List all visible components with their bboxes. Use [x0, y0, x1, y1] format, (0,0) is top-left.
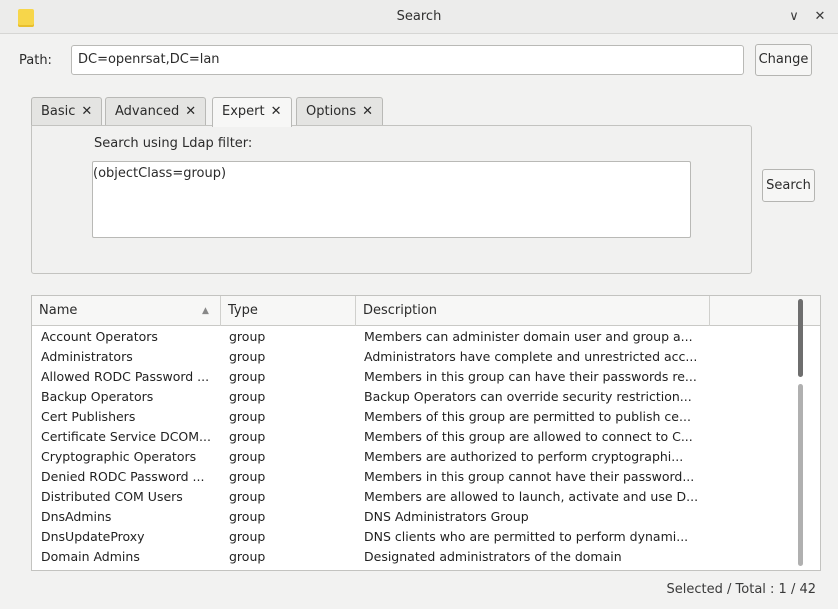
table-row[interactable]: Denied RODC Password ... group Members in … — [32, 467, 710, 487]
close-icon[interactable]: ✕ — [271, 104, 282, 119]
ldap-filter-value: (objectClass=group) — [93, 166, 227, 181]
cell-type: group — [229, 509, 266, 524]
cell-description: Members of this group are allowed to con… — [364, 429, 693, 444]
path-input[interactable]: DC=openrsat,DC=lan — [71, 45, 744, 75]
sort-ascending-icon: ▲ — [202, 306, 209, 316]
cell-name: Cert Publishers — [41, 409, 136, 424]
cell-description: Members are authorized to perform crypto… — [364, 449, 684, 464]
table-header: Name ▲ Type Description — [32, 296, 820, 326]
table-row[interactable]: Account Operators group Members can admini… — [32, 327, 710, 347]
cell-name: Backup Operators — [41, 389, 154, 404]
cell-name: Distributed COM Users — [41, 489, 183, 504]
column-header-name-label: Name — [39, 303, 78, 318]
cell-name: Allowed RODC Password ... — [41, 369, 210, 384]
cell-type: group — [229, 429, 266, 444]
cell-description: Members are allowed to launch, activate … — [364, 489, 699, 504]
scrollbar-thumb[interactable] — [798, 299, 803, 377]
table-row[interactable]: DnsAdmins group DNS Administrators Group — [32, 507, 710, 527]
ldap-filter-input[interactable]: (objectClass=group) — [92, 161, 691, 238]
tab-basic[interactable]: Basic ✕ — [31, 97, 103, 126]
cell-name: Domain Admins — [41, 549, 140, 564]
cell-description: Members can administer domain user and g… — [364, 329, 693, 344]
cell-description: Members of this group are permitted to p… — [364, 409, 691, 424]
window-title: Search — [396, 9, 442, 24]
cell-type: group — [229, 469, 266, 484]
table-row[interactable]: DnsUpdateProxy group DNS clients who are p… — [32, 527, 710, 547]
tab-options-label: Options — [306, 104, 357, 119]
cell-type: group — [229, 409, 266, 424]
cell-description: DNS clients who are permitted to perform… — [364, 529, 689, 544]
cell-type: group — [229, 529, 266, 544]
minimize-button[interactable]: ∨ — [785, 8, 803, 26]
cell-name: Cryptographic Operators — [41, 449, 197, 464]
cell-description: DNS Administrators Group — [364, 509, 529, 524]
column-header-description[interactable]: Description — [356, 296, 710, 326]
cell-type: group — [229, 449, 266, 464]
tab-advanced[interactable]: Advanced ✕ — [105, 97, 207, 126]
close-icon[interactable]: ✕ — [185, 104, 196, 119]
table-row[interactable]: Certificate Service DCOM... group Members … — [32, 427, 710, 447]
tab-expert-label: Expert — [222, 104, 265, 119]
table-row[interactable]: Backup Operators group Backup Operators ca… — [32, 387, 710, 407]
column-header-type[interactable]: Type — [221, 296, 356, 326]
close-icon[interactable]: ✕ — [362, 104, 373, 119]
table-row[interactable]: Distributed COM Users group Members are al… — [32, 487, 710, 507]
cell-description: Members in this group cannot have their … — [364, 469, 695, 484]
cell-name: Account Operators — [41, 329, 158, 344]
table-row[interactable]: Allowed RODC Password ... group Members in… — [32, 367, 710, 387]
search-button[interactable]: Search — [762, 169, 815, 202]
column-header-name[interactable]: Name ▲ — [32, 296, 221, 326]
cell-name: Certificate Service DCOM... — [41, 429, 211, 444]
cell-type: group — [229, 549, 266, 564]
cell-name: Administrators — [41, 349, 133, 364]
cell-description: Members in this group can have their pas… — [364, 369, 697, 384]
cell-description: Backup Operators can override security r… — [364, 389, 692, 404]
path-value: DC=openrsat,DC=lan — [78, 52, 220, 67]
cell-type: group — [229, 329, 266, 344]
tab-advanced-label: Advanced — [115, 104, 180, 119]
close-icon[interactable]: ✕ — [81, 104, 92, 119]
table-row[interactable]: Administrators group Administrators have c… — [32, 347, 710, 367]
scrollbar-track[interactable] — [798, 384, 803, 566]
path-label: Path: — [19, 53, 52, 68]
tab-expert[interactable]: Expert ✕ — [212, 97, 292, 127]
cell-type: group — [229, 369, 266, 384]
cell-name: DnsUpdateProxy — [41, 529, 145, 544]
selection-status: Selected / Total : 1 / 42 — [666, 582, 816, 597]
cell-type: group — [229, 489, 266, 504]
table-row[interactable]: Domain Admins group Designated administrat… — [32, 547, 710, 567]
cell-description: Administrators have complete and unrestr… — [364, 349, 698, 364]
cell-name: Denied RODC Password ... — [41, 469, 205, 484]
ldap-filter-label: Search using Ldap filter: — [94, 136, 253, 151]
tab-options[interactable]: Options ✕ — [296, 97, 384, 126]
table-row[interactable]: Cryptographic Operators group Members are … — [32, 447, 710, 467]
tab-basic-label: Basic — [41, 104, 76, 119]
cell-type: group — [229, 389, 266, 404]
results-table: Name ▲ Type Description Account Operator… — [31, 295, 821, 571]
cell-name: DnsAdmins — [41, 509, 112, 524]
change-button[interactable]: Change — [755, 44, 812, 76]
table-row[interactable]: Cert Publishers group Members of this grou… — [32, 407, 710, 427]
close-window-button[interactable]: ✕ — [811, 8, 829, 26]
cell-type: group — [229, 349, 266, 364]
cell-description: Designated administrators of the domain — [364, 549, 622, 564]
